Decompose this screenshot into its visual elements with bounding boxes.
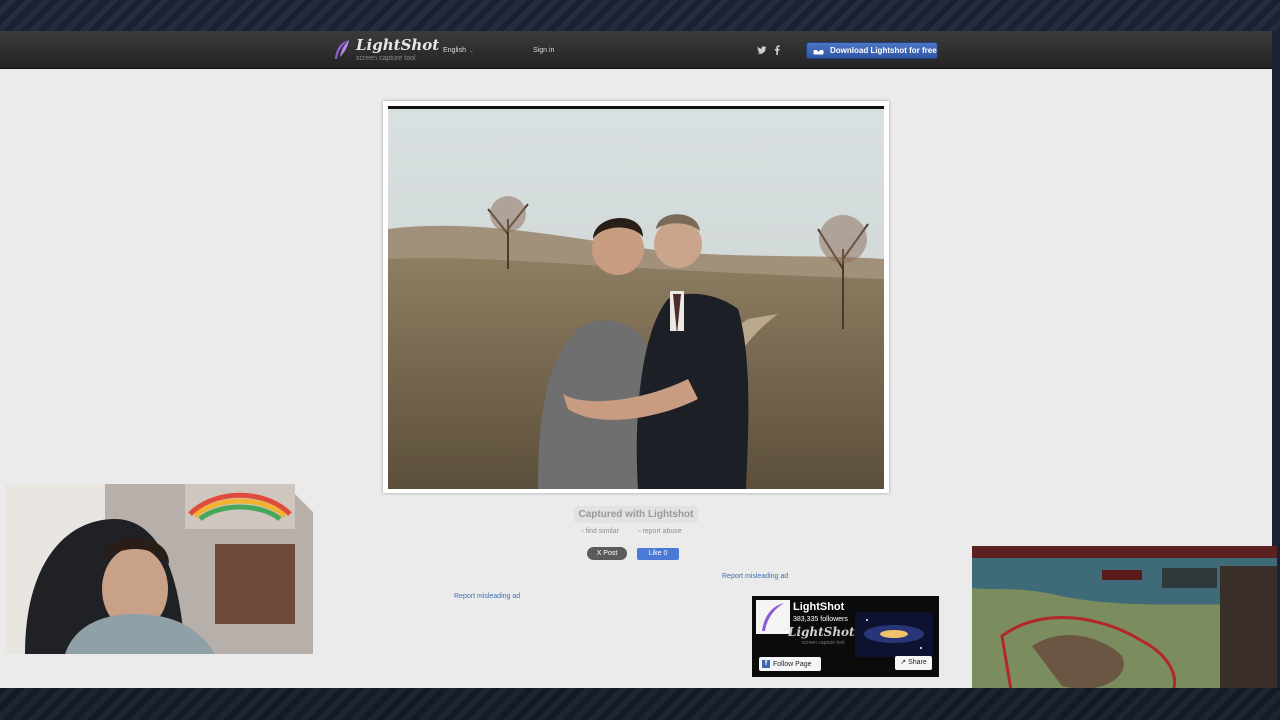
camera-icon: ▫	[581, 528, 584, 535]
screenshot-container	[383, 101, 889, 493]
cover-watermark: LightShot	[788, 625, 855, 639]
lightshot-logo[interactable]: LightShot screen capture tool	[332, 36, 439, 64]
download-button[interactable]: Download Lightshot for free	[806, 42, 938, 59]
facebook-like-button[interactable]: Like 0	[637, 548, 679, 560]
cover-image	[855, 612, 933, 657]
facebook-icon: f	[762, 660, 770, 668]
follower-count: 383,335 followers	[793, 616, 848, 623]
cover-watermark-sub: screen capture tool	[802, 640, 845, 646]
stream-frame-top	[0, 0, 1280, 31]
site-header: LightShot screen capture tool English ⌄ S…	[0, 31, 1272, 69]
share-button[interactable]: ↗ Share	[895, 656, 932, 670]
feather-icon	[335, 40, 349, 59]
report-abuse-link[interactable]: ▫ report abuse	[638, 528, 682, 535]
x-post-button[interactable]: X Post	[587, 547, 627, 560]
share-icon: ↗	[900, 659, 907, 666]
page-name[interactable]: LightShot	[793, 601, 844, 613]
share-label: Share	[908, 659, 927, 666]
facebook-icon[interactable]	[772, 45, 782, 55]
stream-frame-bottom	[0, 688, 1280, 720]
flag-icon: ▫	[638, 528, 641, 535]
webcam-overlay	[5, 484, 313, 654]
follow-page-button[interactable]: f Follow Page	[759, 657, 821, 671]
page-avatar[interactable]	[756, 600, 790, 634]
cloud-download-icon	[813, 46, 824, 55]
report-ad-link-secondary[interactable]: Report misleading ad	[454, 593, 520, 600]
captured-label: Captured with Lightshot	[574, 506, 698, 523]
brand-tagline: screen capture tool	[356, 55, 416, 62]
find-similar-link[interactable]: ▫ find similar	[581, 528, 619, 535]
find-similar-label: find similar	[585, 528, 619, 535]
facebook-page-widget: LightShot 383,335 followers LightShot sc…	[752, 596, 939, 677]
report-abuse-label: report abuse	[642, 528, 682, 535]
twitter-icon[interactable]	[757, 45, 767, 55]
sign-in-link[interactable]: Sign in	[533, 47, 554, 54]
follow-page-label: Follow Page	[773, 660, 812, 668]
screenshot-image[interactable]	[388, 109, 884, 489]
language-selector[interactable]: English ⌄	[443, 47, 474, 54]
report-ad-link[interactable]: Report misleading ad	[722, 573, 788, 580]
language-label: English	[443, 47, 466, 54]
download-label: Download Lightshot for free	[830, 46, 937, 55]
brand-name: LightShot	[356, 36, 440, 54]
chevron-down-icon: ⌄	[468, 48, 474, 54]
